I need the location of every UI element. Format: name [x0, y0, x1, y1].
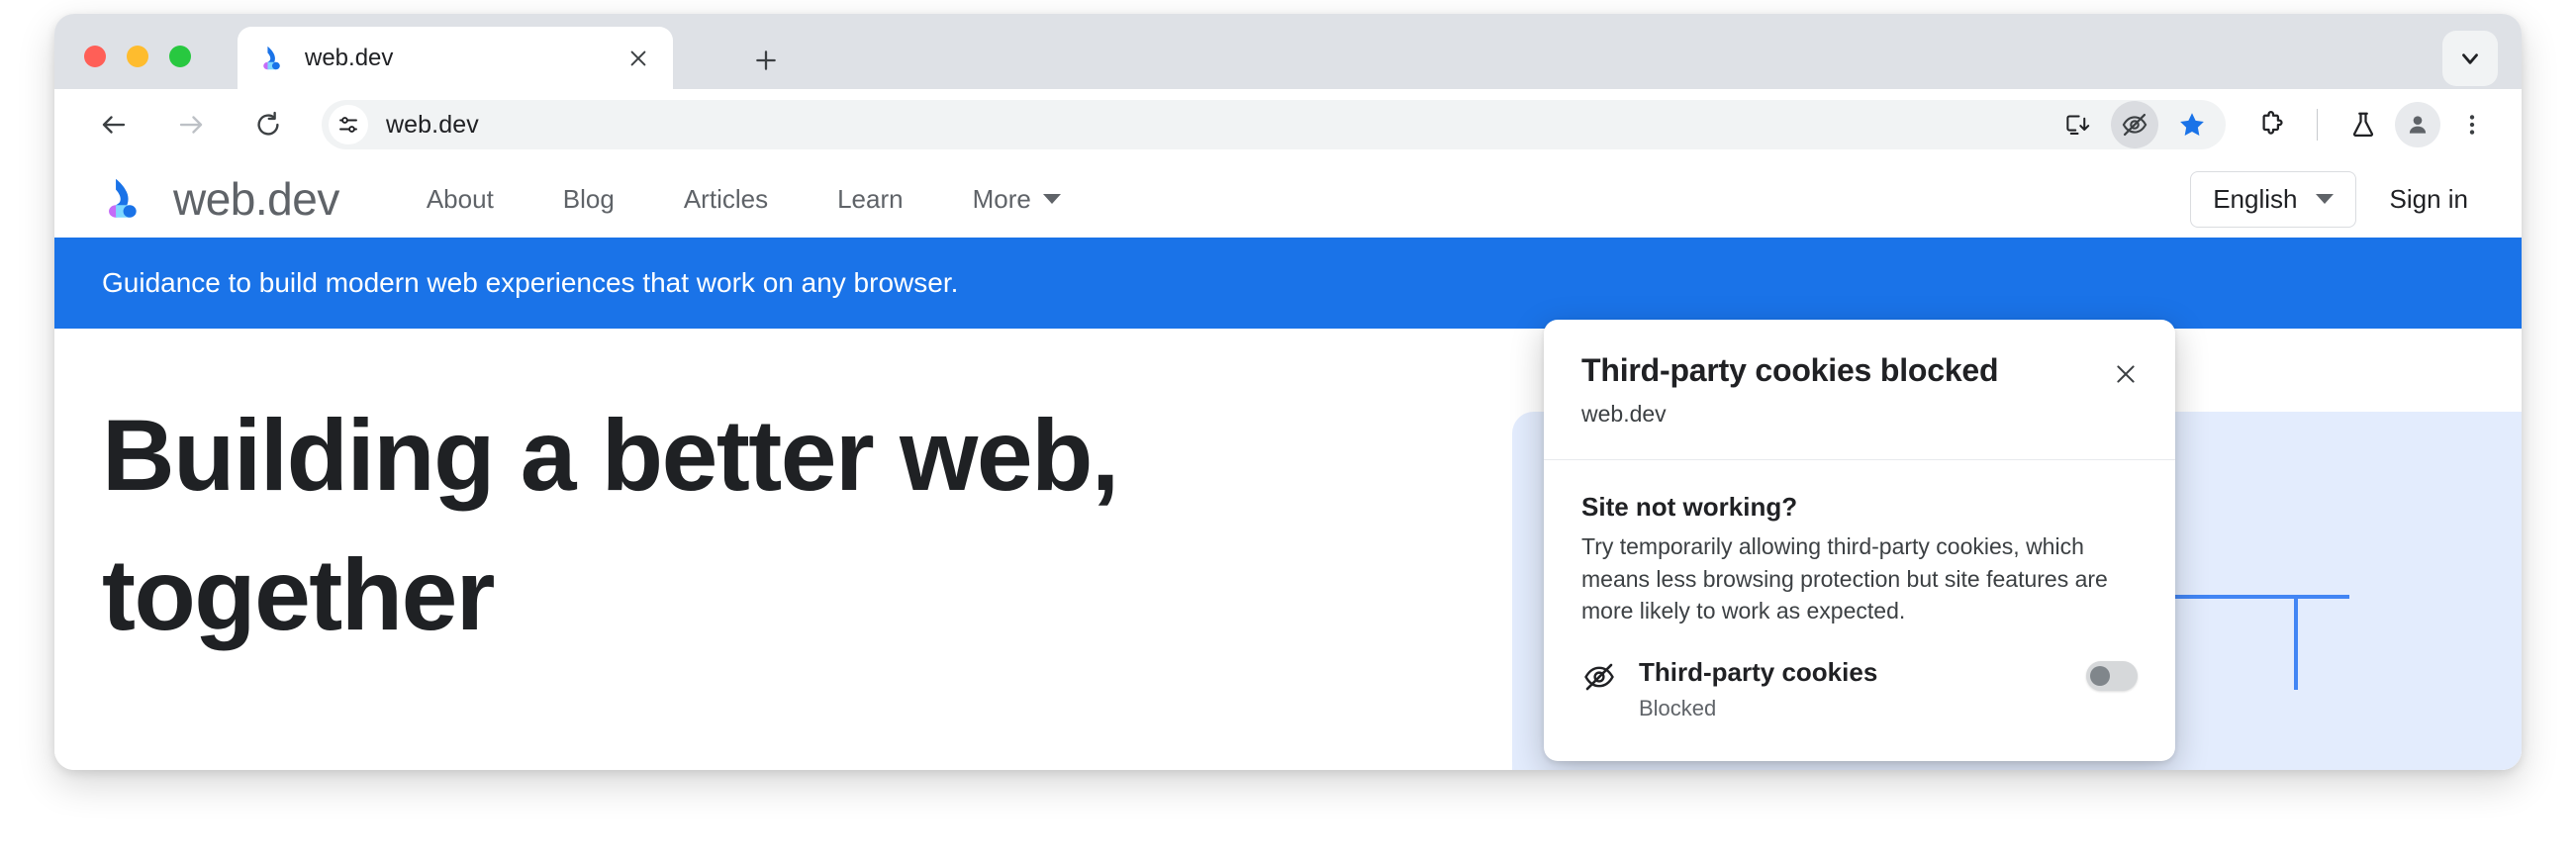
nav-item-blog[interactable]: Blog — [563, 184, 615, 215]
popup-header: Third-party cookies blocked web.dev — [1544, 320, 2175, 459]
site-brand[interactable]: web.dev — [102, 172, 339, 226]
omnibox-action-icons — [2053, 101, 2216, 148]
popup-subtitle: web.dev — [1581, 401, 1667, 427]
back-arrow-icon — [102, 116, 126, 134]
site-header: web.dev About Blog Articles Learn More E… — [54, 160, 2522, 238]
third-party-cookies-row-text: Third-party cookies Blocked — [1639, 657, 2086, 721]
nav-item-articles[interactable]: Articles — [684, 184, 768, 215]
labs-button[interactable] — [2339, 101, 2387, 148]
eye-slash-icon — [2122, 113, 2147, 137]
site-navigation: About Blog Articles Learn More — [427, 184, 1061, 215]
forward-button[interactable] — [167, 101, 215, 148]
tab-title: web.dev — [305, 44, 394, 71]
new-tab-button[interactable] — [747, 42, 785, 79]
toolbar-right-icons — [2247, 101, 2496, 148]
popup-body-heading: Site not working? — [1581, 492, 1798, 522]
popup-body: Site not working? Try temporarily allowi… — [1544, 460, 2175, 627]
address-bar-url: web.dev — [386, 110, 479, 139]
toggle-knob — [2090, 665, 2110, 686]
bookmark-button[interactable] — [2168, 101, 2216, 148]
site-header-right: English Sign in — [2190, 170, 2483, 228]
nav-item-more-label: More — [972, 183, 1031, 214]
reload-button[interactable] — [244, 101, 292, 148]
tab-strip: web.dev — [54, 14, 2522, 89]
language-selector-value: English — [2213, 183, 2298, 214]
tabstrip-chevron-button[interactable] — [2442, 31, 2498, 86]
page-title: Building a better web, together — [102, 399, 1119, 651]
third-party-cookies-label: Third-party cookies — [1639, 656, 1878, 687]
browser-menu-button[interactable] — [2448, 101, 2496, 148]
page-content: web.dev About Blog Articles Learn More E… — [54, 160, 2522, 770]
three-dot-menu-icon — [2469, 115, 2475, 135]
close-window-button[interactable] — [84, 46, 106, 67]
install-app-icon — [2065, 114, 2089, 135]
back-button[interactable] — [90, 101, 138, 148]
install-app-button[interactable] — [2053, 101, 2101, 148]
flask-icon — [2352, 112, 2374, 137]
third-party-cookies-status: Blocked — [1639, 695, 1717, 720]
third-party-cookies-row: Third-party cookies Blocked — [1544, 627, 2175, 761]
popup-close-button[interactable] — [2106, 354, 2146, 394]
third-party-cookies-blocked-button[interactable] — [2111, 101, 2158, 148]
third-party-cookies-toggle[interactable] — [2086, 660, 2138, 691]
site-brand-name: web.dev — [173, 173, 339, 225]
close-icon — [2117, 365, 2135, 383]
person-avatar-icon — [2409, 116, 2427, 134]
eye-slash-icon — [1581, 659, 1617, 695]
puzzle-piece-icon — [2262, 111, 2283, 135]
popup-header-text: Third-party cookies blocked web.dev — [1581, 352, 2106, 428]
browser-toolbar: web.dev — [54, 89, 2522, 160]
address-bar[interactable]: web.dev — [322, 100, 2226, 149]
star-filled-icon — [2180, 113, 2204, 136]
nav-item-about[interactable]: About — [427, 184, 494, 215]
grid-line-icon — [2294, 595, 2298, 690]
browser-tab[interactable]: web.dev — [238, 27, 673, 89]
site-settings-button[interactable] — [329, 105, 368, 144]
forward-arrow-icon — [179, 116, 203, 134]
minimize-window-button[interactable] — [127, 46, 148, 67]
site-banner: Guidance to build modern web experiences… — [54, 238, 2522, 329]
window-traffic-lights — [84, 46, 191, 67]
language-selector[interactable]: English — [2190, 170, 2356, 228]
site-banner-text: Guidance to build modern web experiences… — [102, 267, 959, 298]
browser-window: web.dev web.dev web.dev About Blog Artic… — [54, 14, 2522, 770]
nav-item-more[interactable]: More — [973, 184, 1061, 215]
extensions-button[interactable] — [2247, 101, 2295, 148]
nav-item-learn[interactable]: Learn — [837, 184, 904, 215]
maximize-window-button[interactable] — [169, 46, 191, 67]
chevron-down-icon — [1042, 194, 1061, 204]
webdev-logo-icon — [259, 44, 289, 73]
third-party-cookies-popup: Third-party cookies blocked web.dev Site… — [1544, 320, 2175, 761]
webdev-logo-icon — [102, 174, 151, 224]
chevron-down-icon — [2315, 194, 2334, 204]
close-icon[interactable] — [621, 42, 655, 75]
tune-sliders-icon — [339, 117, 357, 133]
sign-in-link[interactable]: Sign in — [2390, 184, 2483, 215]
reload-icon — [257, 111, 279, 136]
chevron-down-icon — [2462, 53, 2478, 64]
profile-button[interactable] — [2395, 102, 2440, 147]
toolbar-divider — [2317, 109, 2318, 141]
popup-body-paragraph: Try temporarily allowing third-party coo… — [1581, 533, 2108, 624]
plus-icon — [756, 50, 776, 70]
popup-title: Third-party cookies blocked — [1581, 352, 1999, 388]
